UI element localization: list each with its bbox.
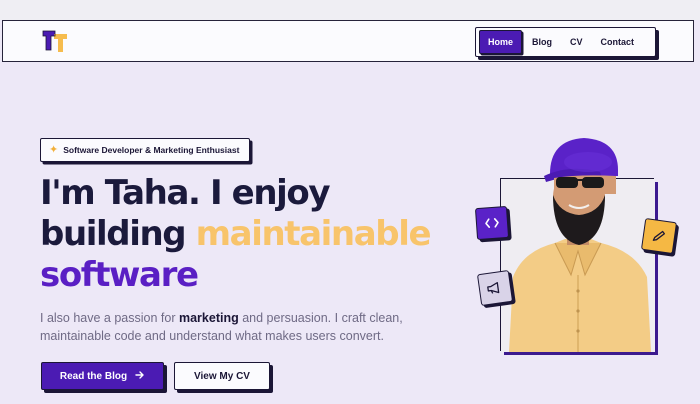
nav-home[interactable]: Home: [479, 30, 523, 54]
headline-line-3: software: [40, 255, 199, 295]
nav-cv[interactable]: CV: [562, 31, 591, 53]
headline-highlight: maintainable: [195, 214, 432, 254]
megaphone-icon: [476, 269, 514, 307]
description-bold: marketing: [178, 311, 239, 325]
browser-top-strip: [0, 0, 700, 20]
sparkle-icon: ✦: [49, 143, 59, 156]
pencil-icon: [640, 217, 678, 255]
nav-blog[interactable]: Blog: [524, 31, 560, 53]
logo[interactable]: [41, 28, 71, 54]
headline-line-1: I'm Taha. I enjoy: [40, 173, 331, 213]
hero-description: I also have a passion for marketing and …: [40, 309, 420, 345]
cap-illustration: [544, 138, 618, 194]
headline-line-2-start: building: [40, 214, 196, 254]
main-nav: Home Blog CV Contact: [475, 27, 656, 57]
view-cv-button[interactable]: View My CV: [174, 362, 270, 390]
view-cv-label: View My CV: [194, 370, 250, 382]
read-blog-button[interactable]: Read the Blog: [41, 362, 164, 390]
arrow-right-icon: [135, 370, 145, 383]
description-text-before: I also have a passion for: [40, 311, 179, 325]
role-badge: ✦ Software Developer & Marketing Enthusi…: [40, 138, 251, 162]
hero-headline: I'm Taha. I enjoy building maintainable …: [40, 173, 470, 296]
person-illustration: [501, 179, 655, 352]
code-icon: [474, 205, 510, 241]
read-blog-label: Read the Blog: [59, 370, 128, 382]
logo-mark-icon: [42, 30, 67, 52]
nav-contact[interactable]: Contact: [593, 31, 643, 53]
site-header: Home Blog CV Contact: [2, 20, 694, 62]
profile-photo: [500, 178, 655, 352]
role-badge-text: Software Developer & Marketing Enthusias…: [63, 145, 240, 155]
